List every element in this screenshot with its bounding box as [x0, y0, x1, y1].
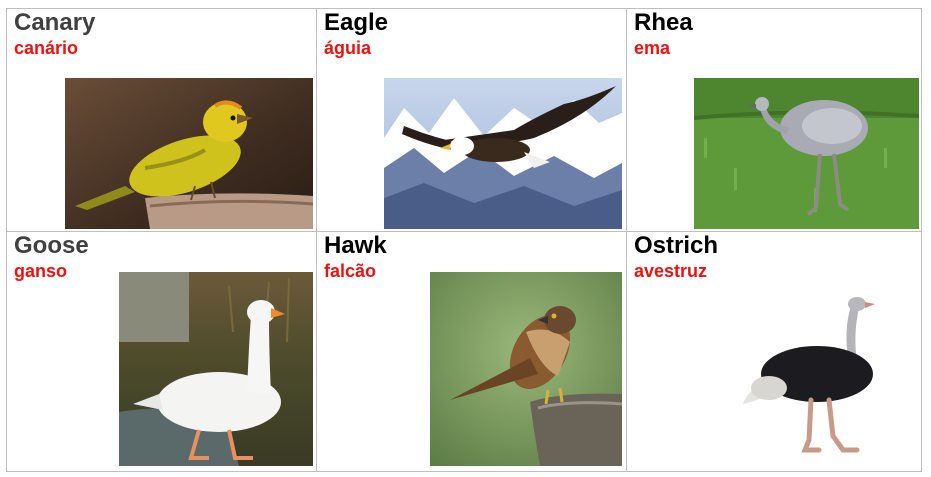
portuguese-name: ema: [634, 38, 671, 58]
english-name: Canary: [14, 9, 96, 36]
hawk-photo: [430, 272, 622, 466]
card-hawk: Hawk falcão: [316, 231, 627, 472]
english-name: Hawk: [324, 232, 387, 259]
rhea-photo: [694, 78, 919, 229]
english-name: Eagle: [324, 9, 389, 36]
portuguese-name: falcão: [324, 261, 377, 281]
goose-photo: [119, 272, 313, 466]
english-name: Rhea: [634, 9, 693, 36]
card-canary: Canary canário: [6, 8, 317, 232]
vocabulary-grid: Canary canário Eagle águia Rhea ema Goos…: [6, 8, 922, 472]
card-rhea: Rhea ema: [626, 8, 922, 232]
card-goose: Goose ganso: [6, 231, 317, 472]
portuguese-name: avestruz: [634, 261, 708, 281]
card-eagle: Eagle águia: [316, 8, 627, 232]
portuguese-name: canário: [14, 38, 79, 58]
eagle-photo: [384, 78, 622, 229]
portuguese-name: ganso: [14, 261, 68, 281]
portuguese-name: águia: [324, 38, 372, 58]
card-ostrich: Ostrich avestruz: [626, 231, 922, 472]
english-name: Goose: [14, 232, 89, 259]
ostrich-photo: [733, 292, 883, 460]
english-name: Ostrich: [634, 232, 719, 259]
canary-photo: [65, 78, 313, 229]
